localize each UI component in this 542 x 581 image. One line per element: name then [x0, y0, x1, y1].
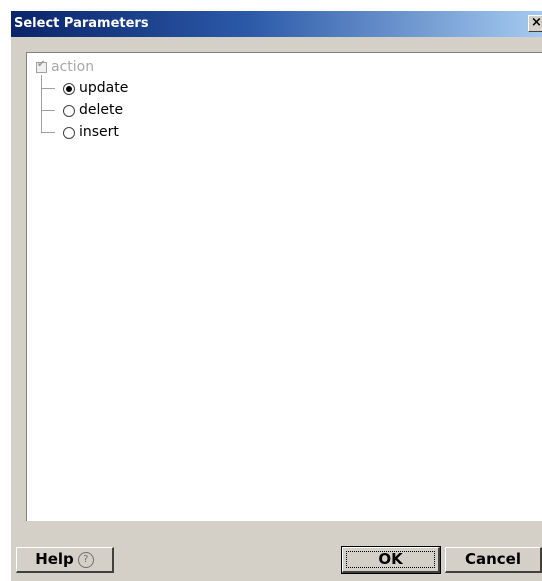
option-insert[interactable]: insert [62, 124, 262, 142]
parameter-tree: ✔ action update delete insert [26, 52, 542, 521]
close-icon: × [531, 15, 542, 30]
option-label-insert: insert [79, 124, 119, 140]
option-label-delete: delete [79, 102, 124, 118]
cancel-button[interactable]: Cancel [445, 547, 542, 573]
option-update[interactable]: update [62, 80, 262, 98]
window-title: Select Parameters [14, 16, 149, 31]
ok-button[interactable]: OK [341, 546, 441, 574]
option-label-update: update [79, 80, 129, 96]
action-checkbox[interactable]: ✔ [36, 59, 47, 73]
help-icon: ? [77, 551, 94, 568]
checkmark-icon: ✔ [37, 59, 46, 70]
update-radio[interactable] [63, 83, 75, 95]
tree-connector [41, 88, 55, 89]
help-button-label: Help [35, 550, 74, 568]
tree-connector-vertical [41, 75, 42, 132]
tree-connector [41, 132, 55, 133]
tree-root-action[interactable]: ✔ action [34, 59, 234, 77]
insert-radio[interactable] [63, 127, 75, 139]
dialog-body: ✔ action update delete insert Help? OK C… [11, 37, 542, 581]
title-bar: Select Parameters × [11, 11, 542, 37]
tree-root-label: action [51, 59, 95, 75]
close-button[interactable]: × [528, 15, 542, 32]
tree-connector [41, 110, 55, 111]
delete-radio[interactable] [63, 105, 75, 117]
option-delete[interactable]: delete [62, 102, 262, 120]
focus-indicator [346, 551, 435, 568]
help-button[interactable]: Help? [16, 547, 114, 573]
cancel-button-label: Cancel [464, 550, 521, 568]
